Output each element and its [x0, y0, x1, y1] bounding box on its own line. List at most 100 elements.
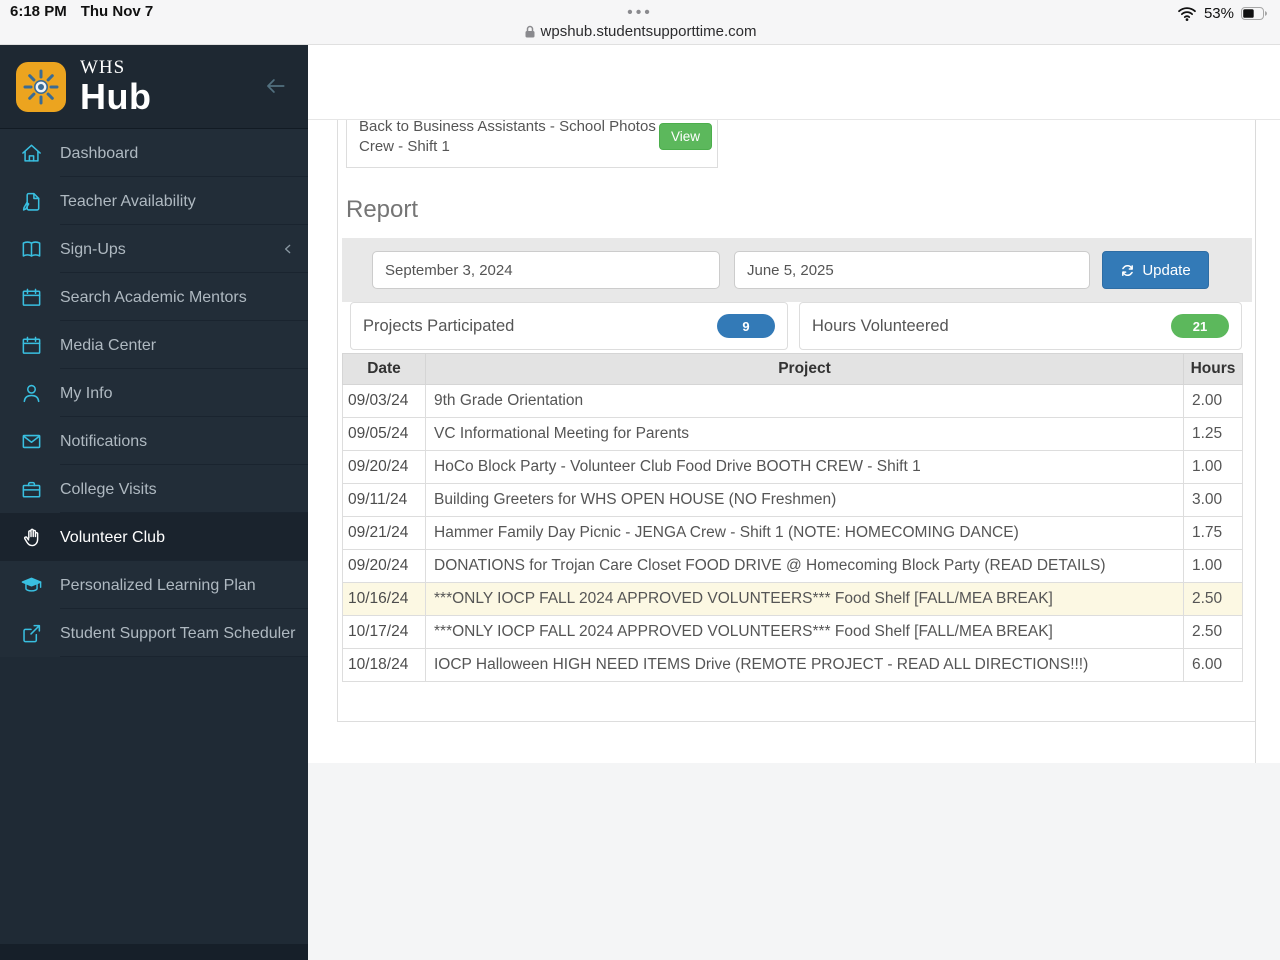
update-button[interactable]: Update — [1102, 251, 1209, 289]
cell-project: IOCP Halloween HIGH NEED ITEMS Drive (RE… — [425, 648, 1184, 682]
cell-date: 09/03/24 — [342, 384, 426, 418]
cell-hours: 1.00 — [1183, 450, 1243, 484]
sidebar-item-college-visits[interactable]: College Visits — [0, 465, 308, 513]
status-indicators: 53% — [1177, 5, 1268, 22]
address-bar[interactable]: wpshub.studentsupporttime.com — [0, 23, 1280, 40]
stat-label: Hours Volunteered — [812, 316, 949, 335]
cell-project: VC Informational Meeting for Parents — [425, 417, 1184, 451]
table-header-row: Date Project Hours — [342, 353, 1243, 385]
cell-date: 09/21/24 — [342, 516, 426, 550]
column-header-date: Date — [342, 353, 426, 385]
sidebar-item-label: Teacher Availability — [60, 192, 196, 210]
stat-hours-volunteered: Hours Volunteered 21 — [799, 302, 1242, 350]
stat-projects-participated: Projects Participated 9 — [350, 302, 788, 350]
table-row: 09/21/24 Hammer Family Day Picnic - JENG… — [342, 516, 1243, 550]
document-pencil-icon — [18, 190, 44, 213]
cell-date: 09/05/24 — [342, 417, 426, 451]
column-header-hours: Hours — [1183, 353, 1243, 385]
sidebar-bottom-strip — [0, 944, 308, 960]
sidebar-item-label: Dashboard — [60, 144, 139, 162]
table-row: 09/05/24 VC Informational Meeting for Pa… — [342, 417, 1243, 451]
brand-line2: Hub — [80, 76, 152, 117]
raised-hand-icon — [18, 526, 44, 549]
sidebar-item-student-support-team-scheduler[interactable]: Student Support Team Scheduler — [0, 609, 308, 657]
cell-project: HoCo Block Party - Volunteer Club Food D… — [425, 450, 1184, 484]
cell-date: 10/17/24 — [342, 615, 426, 649]
sidebar-item-my-info[interactable]: My Info — [0, 369, 308, 417]
url-text: wpshub.studentsupporttime.com — [540, 23, 757, 40]
view-button[interactable]: View — [658, 123, 712, 150]
sidebar-item-label: Student Support Team Scheduler — [60, 624, 296, 642]
wifi-icon — [1177, 6, 1197, 22]
screen: 6:18 PM Thu Nov 7 ••• wpshub.studentsupp… — [0, 0, 1280, 960]
cell-hours: 3.00 — [1183, 483, 1243, 517]
cell-date: 09/20/24 — [342, 450, 426, 484]
cell-hours: 6.00 — [1183, 648, 1243, 682]
sidebar-item-label: Personalized Learning Plan — [60, 576, 256, 594]
sidebar: WHS Hub Dashboard Teacher Availability S… — [0, 45, 308, 960]
sidebar-item-label: Notifications — [60, 432, 148, 450]
end-date-input[interactable] — [734, 251, 1090, 289]
sidebar-item-search-academic-mentors[interactable]: Search Academic Mentors — [0, 273, 308, 321]
chevron-left-icon — [280, 241, 296, 257]
cell-project: DONATIONS for Trojan Care Closet FOOD DR… — [425, 549, 1184, 583]
report-heading: Report — [346, 196, 419, 223]
stat-badge: 9 — [717, 314, 775, 338]
cell-date: 09/11/24 — [342, 483, 426, 517]
sidebar-item-sign-ups[interactable]: Sign-Ups — [0, 225, 308, 273]
tab-overview-dots[interactable]: ••• — [0, 4, 1280, 22]
sidebar-item-volunteer-club[interactable]: Volunteer Club — [0, 513, 308, 561]
cell-hours: 2.50 — [1183, 582, 1243, 616]
cell-project: Building Greeters for WHS OPEN HOUSE (NO… — [425, 483, 1184, 517]
cell-project: ***ONLY IOCP FALL 2024 APPROVED VOLUNTEE… — [425, 615, 1184, 649]
table-row: 09/11/24 Building Greeters for WHS OPEN … — [342, 483, 1243, 517]
sidebar-item-teacher-availability[interactable]: Teacher Availability — [0, 177, 308, 225]
cell-date: 10/16/24 — [342, 582, 426, 616]
envelope-icon — [18, 430, 44, 453]
table-row: 09/20/24 HoCo Block Party - Volunteer Cl… — [342, 450, 1243, 484]
brand-text: WHS Hub — [80, 58, 151, 115]
sidebar-item-media-center[interactable]: Media Center — [0, 321, 308, 369]
cell-hours: 2.50 — [1183, 615, 1243, 649]
lock-icon — [524, 25, 536, 39]
battery-icon — [1241, 7, 1268, 20]
table-row: 10/17/24 ***ONLY IOCP FALL 2024 APPROVED… — [342, 615, 1243, 649]
start-date-input[interactable] — [372, 251, 720, 289]
update-button-label: Update — [1142, 261, 1191, 279]
page-end-background — [308, 763, 1280, 960]
stat-badge: 21 — [1171, 314, 1229, 338]
table-row: 10/18/24 IOCP Halloween HIGH NEED ITEMS … — [342, 648, 1243, 682]
cell-hours: 1.75 — [1183, 516, 1243, 550]
book-icon — [18, 238, 44, 261]
signup-card-title: Back to Business Assistants - School Pho… — [359, 118, 656, 155]
column-header-project: Project — [425, 353, 1184, 385]
refresh-icon — [1120, 263, 1135, 278]
person-icon — [18, 382, 44, 405]
signup-card: Back to Business Assistants - School Pho… — [346, 112, 718, 168]
cell-date: 09/20/24 — [342, 549, 426, 583]
table-row-highlighted: 10/16/24 ***ONLY IOCP FALL 2024 APPROVED… — [342, 582, 1243, 616]
volunteer-club-panel: Back to Business Assistants - School Pho… — [337, 100, 1255, 722]
cell-project: ***ONLY IOCP FALL 2024 APPROVED VOLUNTEE… — [425, 582, 1184, 616]
sidebar-item-label: College Visits — [60, 480, 157, 498]
report-table: Date Project Hours 09/03/24 9th Grade Or… — [342, 353, 1243, 682]
sidebar-collapse-arrow-icon[interactable] — [262, 73, 288, 99]
sidebar-item-notifications[interactable]: Notifications — [0, 417, 308, 465]
cell-hours: 1.25 — [1183, 417, 1243, 451]
cell-date: 10/18/24 — [342, 648, 426, 682]
table-row: 09/03/24 9th Grade Orientation 2.00 — [342, 384, 1243, 418]
sidebar-item-label: Volunteer Club — [60, 528, 165, 546]
brand-home-link[interactable]: WHS Hub — [0, 45, 308, 129]
table-row: 09/20/24 DONATIONS for Trojan Care Close… — [342, 549, 1243, 583]
battery-percent: 53% — [1203, 5, 1234, 22]
external-link-icon — [18, 622, 44, 645]
sidebar-item-label: Media Center — [60, 336, 157, 354]
sidebar-item-label: Search Academic Mentors — [60, 288, 247, 306]
sidebar-item-personalized-learning-plan[interactable]: Personalized Learning Plan — [0, 561, 308, 609]
cell-hours: 2.00 — [1183, 384, 1243, 418]
sidebar-item-label: My Info — [60, 384, 113, 402]
stat-label: Projects Participated — [363, 316, 515, 335]
sidebar-menu: Dashboard Teacher Availability Sign-Ups … — [0, 129, 308, 657]
sidebar-item-dashboard[interactable]: Dashboard — [0, 129, 308, 177]
brand-line1: WHS — [80, 57, 126, 78]
